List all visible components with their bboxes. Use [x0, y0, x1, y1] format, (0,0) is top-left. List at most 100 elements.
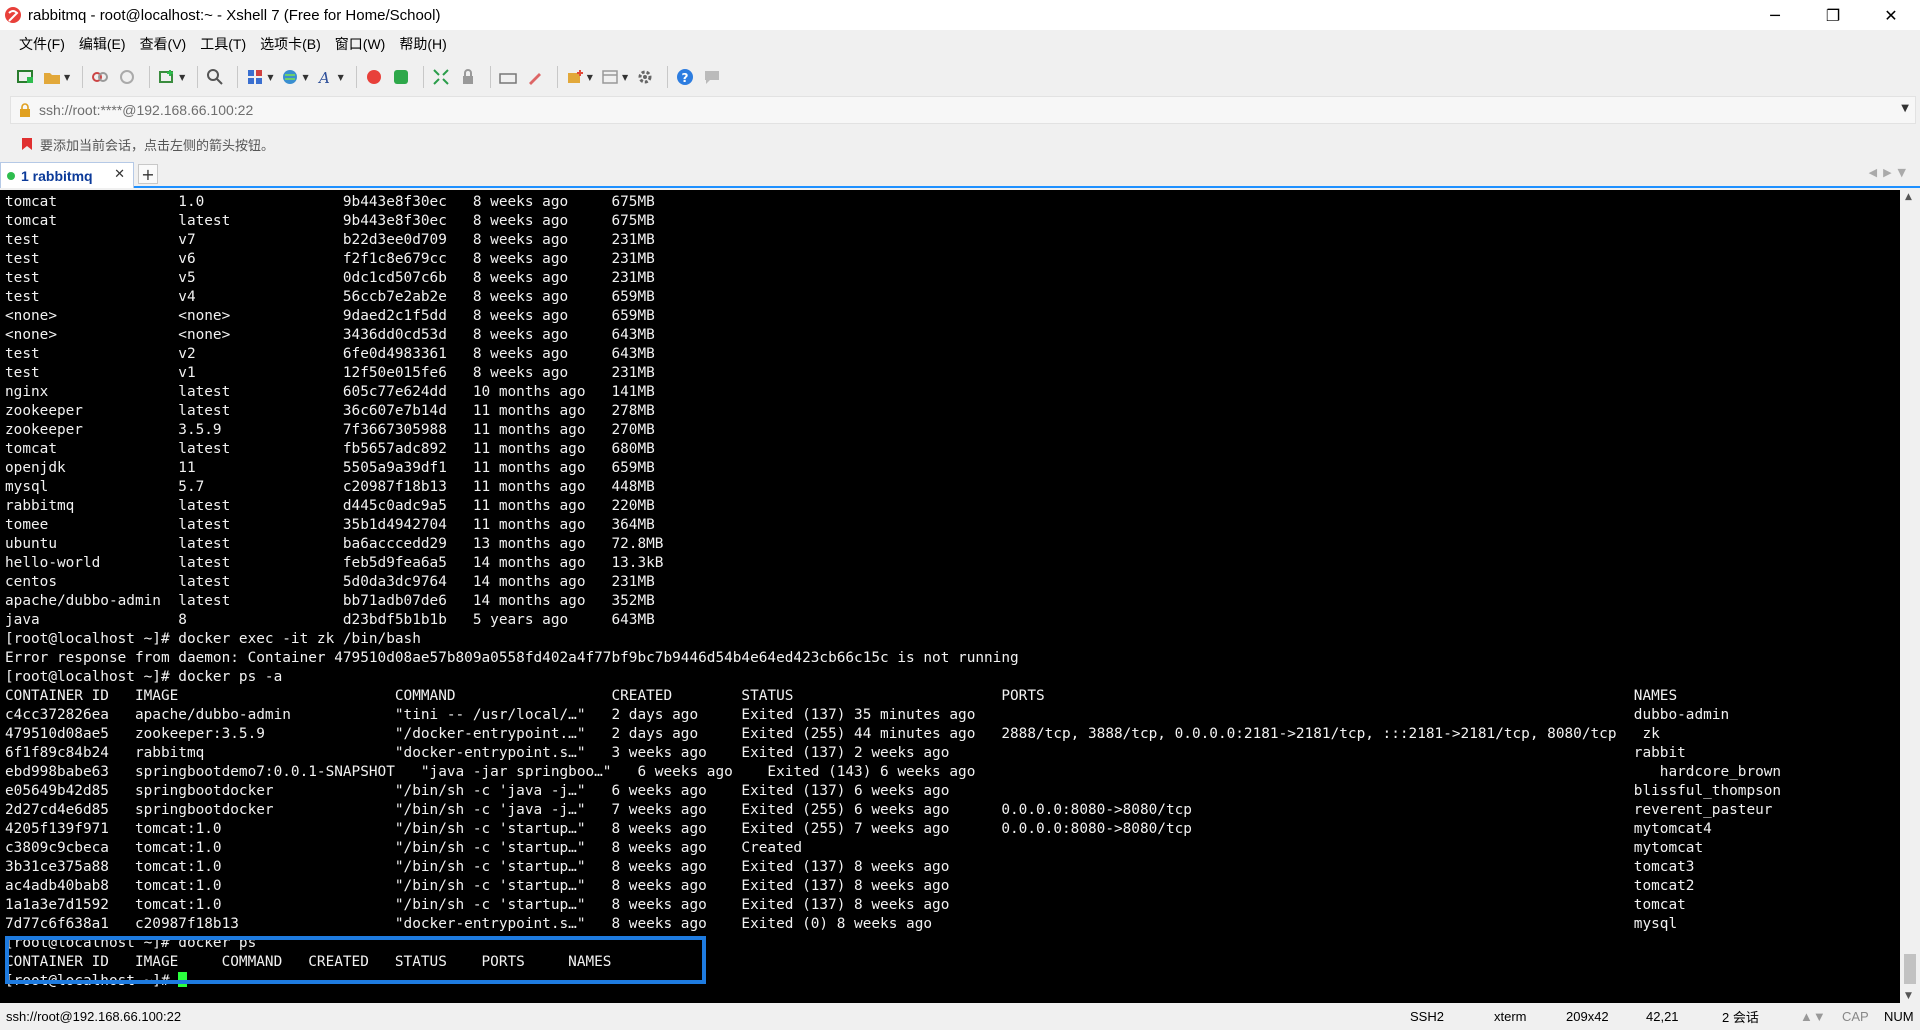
connected-status-icon: [7, 171, 15, 180]
menu-window[interactable]: 窗口(W): [328, 34, 393, 54]
terminal-line: mysql 5.7 c20987f18b13 11 months ago 448…: [5, 479, 655, 495]
terminal-line: centos latest 5d0da3dc9764 14 months ago…: [5, 574, 655, 590]
scrollbar-thumb[interactable]: [1904, 954, 1916, 984]
terminal-line: 4205f139f971 tomcat:1.0 "/bin/sh -c 'sta…: [5, 821, 1712, 837]
tab-scroll-arrows[interactable]: ◀▶▼: [1869, 166, 1912, 179]
terminal-line: apache/dubbo-admin latest bb71adb07de6 1…: [5, 593, 655, 609]
status-sessions[interactable]: 2 会话: [1722, 1007, 1759, 1026]
menu-tabs[interactable]: 选项卡(B): [253, 34, 328, 54]
title-bar: rabbitmq - root@localhost:~ - Xshell 7 (…: [0, 0, 1920, 30]
terminal-output: tomcat 1.0 9b443e8f30ec 8 weeks ago 675M…: [0, 190, 1900, 991]
terminal-line: test v6 f2f1c8e679cc 8 weeks ago 231MB: [5, 251, 655, 267]
toolbar: ▼ ▼ ▼ ▼ A ▼ ▼ ▼ ?: [0, 58, 1920, 96]
minimize-button[interactable]: ─: [1746, 0, 1804, 30]
gear-icon[interactable]: [634, 66, 656, 88]
chevron-down-icon[interactable]: ▼: [267, 73, 273, 82]
toolbar-separator: [82, 66, 84, 88]
terminal[interactable]: tomcat 1.0 9b443e8f30ec 8 weeks ago 675M…: [0, 190, 1900, 1003]
terminal-line: c3809c9cbeca tomcat:1.0 "/bin/sh -c 'sta…: [5, 840, 1704, 856]
reconnect-icon[interactable]: [116, 66, 138, 88]
help-icon[interactable]: ?: [674, 66, 696, 88]
chevron-down-icon[interactable]: ▼: [1901, 103, 1909, 114]
menu-tools[interactable]: 工具(T): [193, 34, 253, 54]
scroll-up-icon[interactable]: ▲: [1905, 192, 1912, 202]
fullscreen-icon[interactable]: [430, 66, 452, 88]
terminal-line: 2d27cd4e6d85 springbootdocker "/bin/sh -…: [5, 802, 1773, 818]
status-cap: CAP: [1842, 1009, 1869, 1024]
terminal-line: Error response from daemon: Container 47…: [5, 650, 1019, 666]
address-url: ssh://root:****@192.168.66.100:22: [39, 102, 254, 118]
window-layout-icon[interactable]: [599, 66, 621, 88]
window-controls: ─ ❐ ✕: [1746, 0, 1920, 30]
terminal-line: [root@localhost ~]# docker exec -it zk /…: [5, 631, 421, 647]
terminal-line: tomcat 1.0 9b443e8f30ec 8 weeks ago 675M…: [5, 194, 655, 210]
menu-file[interactable]: 文件(F): [12, 34, 72, 54]
toolbar-separator: [556, 66, 558, 88]
terminal-line: ubuntu latest ba6acccedd29 13 months ago…: [5, 536, 664, 552]
close-button[interactable]: ✕: [1862, 0, 1920, 30]
terminal-line: zookeeper 3.5.9 7f3667305988 11 months a…: [5, 422, 655, 438]
menu-view[interactable]: 查看(V): [133, 34, 194, 54]
new-tab-button[interactable]: +: [138, 164, 158, 184]
scroll-down-icon[interactable]: ▼: [1905, 991, 1912, 1001]
chevron-down-icon[interactable]: ▼: [179, 73, 185, 82]
lock-icon: [20, 103, 30, 117]
new-session-icon[interactable]: [14, 66, 36, 88]
menu-edit[interactable]: 编辑(E): [72, 34, 133, 54]
restore-button[interactable]: ❐: [1804, 0, 1862, 30]
terminal-line: nginx latest 605c77e624dd 10 months ago …: [5, 384, 655, 400]
chevron-down-icon[interactable]: ▼: [338, 73, 344, 82]
open-folder-icon[interactable]: [41, 66, 63, 88]
chevron-down-icon[interactable]: ▼: [622, 73, 628, 82]
search-icon[interactable]: [204, 66, 226, 88]
terminal-line: tomcat latest fb5657adc892 11 months ago…: [5, 441, 655, 457]
xshell-icon[interactable]: [363, 66, 385, 88]
bookmark-icon[interactable]: [20, 137, 34, 151]
add-script-icon[interactable]: [564, 66, 586, 88]
toolbar-separator: [149, 66, 151, 88]
chevron-down-icon[interactable]: ▼: [302, 73, 308, 82]
terminal-line: test v7 b22d3ee0d709 8 weeks ago 231MB: [5, 232, 655, 248]
keyboard-icon[interactable]: [497, 66, 519, 88]
pen-icon[interactable]: [524, 66, 546, 88]
terminal-line: [root@localhost ~]# docker ps -a: [5, 669, 283, 685]
terminal-line: c4cc372826ea apache/dubbo-admin "tini --…: [5, 707, 1730, 723]
new-tab-icon[interactable]: [156, 66, 178, 88]
terminal-line: 7d77c6f638a1 c20987f18b13 "docker-entryp…: [5, 916, 1678, 932]
status-connection: ssh://root@192.168.66.100:22: [6, 1009, 182, 1024]
terminal-line: 479510d08ae5 zookeeper:3.5.9 "/docker-en…: [5, 726, 1660, 742]
terminal-line: tomcat latest 9b443e8f30ec 8 weeks ago 6…: [5, 213, 655, 229]
terminal-line: zookeeper latest 36c607e7b14d 11 months …: [5, 403, 655, 419]
toolbar-separator: [355, 66, 357, 88]
font-icon[interactable]: A: [315, 66, 337, 88]
terminal-line: test v5 0dc1cd507c6b 8 weeks ago 231MB: [5, 270, 655, 286]
disconnect-icon[interactable]: [89, 66, 111, 88]
chat-icon[interactable]: [701, 66, 723, 88]
toolbar-separator: [422, 66, 424, 88]
terminal-line: ac4adb40bab8 tomcat:1.0 "/bin/sh -c 'sta…: [5, 878, 1695, 894]
globe-icon[interactable]: [279, 66, 301, 88]
terminal-line: e05649b42d85 springbootdocker "/bin/sh -…: [5, 783, 1782, 799]
svg-text:?: ?: [682, 71, 689, 85]
chevron-down-icon[interactable]: ▼: [64, 73, 70, 82]
terminal-line: test v1 12f50e015fe6 8 weeks ago 231MB: [5, 365, 655, 381]
tab-rabbitmq[interactable]: 1 rabbitmq ✕: [0, 162, 134, 188]
terminal-line: test v2 6fe0d4983361 8 weeks ago 643MB: [5, 346, 655, 362]
terminal-line: 3b31ce375a88 tomcat:1.0 "/bin/sh -c 'sta…: [5, 859, 1695, 875]
terminal-line: CONTAINER ID IMAGE COMMAND CREATED STATU…: [5, 688, 1678, 704]
close-icon[interactable]: ✕: [114, 167, 125, 182]
hint-text: 要添加当前会话，点击左侧的箭头按钮。: [40, 137, 275, 153]
lock-icon[interactable]: [457, 66, 479, 88]
chevron-down-icon[interactable]: ▼: [587, 73, 593, 82]
menu-help[interactable]: 帮助(H): [392, 34, 453, 54]
svg-text:A: A: [317, 69, 330, 86]
menu-bar: 文件(F) 编辑(E) 查看(V) 工具(T) 选项卡(B) 窗口(W) 帮助(…: [0, 30, 1920, 58]
status-cursor-pos: 42,21: [1646, 1009, 1679, 1024]
terminal-scrollbar[interactable]: ▲ ▼: [1900, 190, 1920, 1003]
address-bar[interactable]: ssh://root:****@192.168.66.100:22 ▼: [10, 96, 1916, 124]
terminal-line: test v4 56ccb7e2ab2e 8 weeks ago 659MB: [5, 289, 655, 305]
xftp-icon[interactable]: [390, 66, 412, 88]
layout-icon[interactable]: [244, 66, 266, 88]
terminal-line: hello-world latest feb5d9fea6a5 14 month…: [5, 555, 664, 571]
toolbar-separator: [237, 66, 239, 88]
